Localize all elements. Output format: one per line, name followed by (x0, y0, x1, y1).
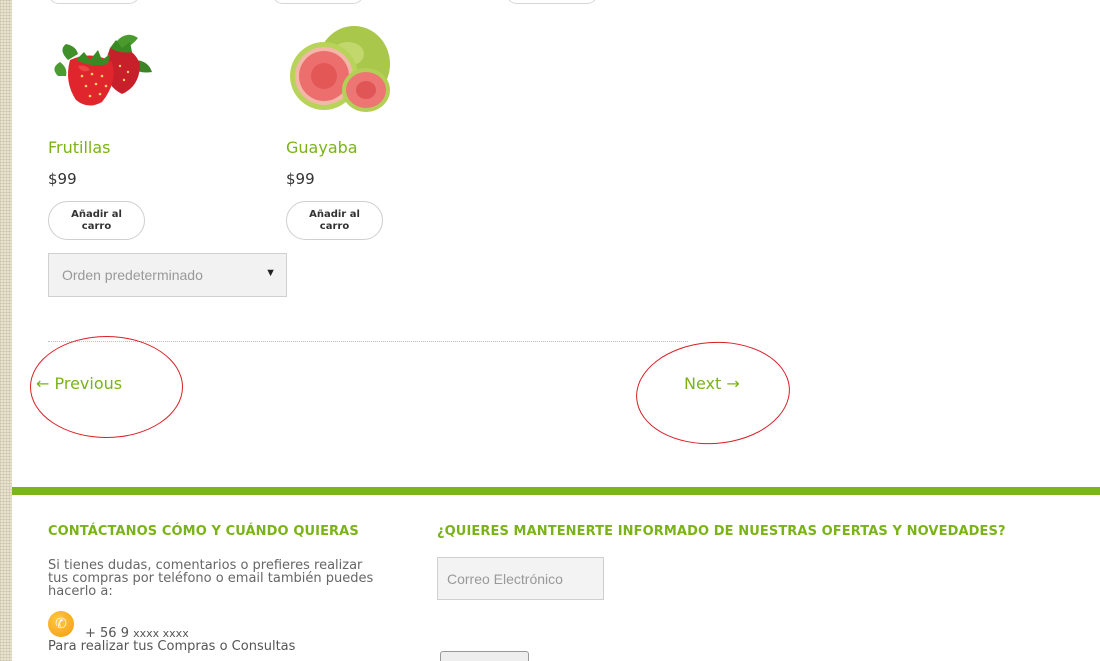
add-to-cart-button[interactable]: Añadir al carro (286, 201, 383, 240)
email-field[interactable]: Correo Electrónico (437, 557, 604, 600)
sort-selected-value: Orden predeterminado (62, 267, 203, 283)
product-name[interactable]: Frutillas (48, 138, 111, 157)
add-to-cart-button[interactable]: Añadir al carro (48, 201, 145, 240)
product-price: $99 (286, 170, 315, 188)
previous-row-cart-button[interactable] (272, 0, 364, 4)
product-card-frutillas: Frutillas $99 Añadir al carro (48, 20, 248, 240)
site-footer: CONTÁCTANOS CÓMO Y CUÁNDO QUIERAS Si tie… (12, 487, 1100, 661)
product-card-guayaba: Guayaba $99 Añadir al carro (286, 20, 486, 240)
page-content: Frutillas $99 Añadir al carro Guayaba $9… (12, 0, 1100, 661)
product-price: $99 (48, 170, 77, 188)
phone-icon: ✆ (48, 611, 74, 637)
dropdown-arrow-icon: ▼ (265, 267, 276, 279)
subscribe-button[interactable] (440, 651, 529, 661)
strawberries-image[interactable] (48, 20, 158, 120)
contact-description: Si tienes dudas, comentarios o prefieres… (48, 558, 374, 599)
previous-row-cart-button[interactable] (48, 0, 140, 4)
newsletter-heading: ¿QUIERES MANTENERTE INFORMADO DE NUESTRA… (437, 524, 1006, 539)
annotation-circle (30, 336, 183, 438)
contact-heading: CONTÁCTANOS CÓMO Y CUÁNDO QUIERAS (48, 524, 359, 539)
page-background-texture (0, 0, 12, 661)
annotation-circle (632, 336, 794, 450)
previous-row-cart-button[interactable] (506, 0, 598, 4)
guava-image[interactable] (286, 20, 396, 120)
product-name[interactable]: Guayaba (286, 138, 358, 157)
sort-order-select[interactable]: Orden predeterminado ▼ (48, 253, 287, 297)
phone-note: Para realizar tus Compras o Consultas (48, 639, 296, 654)
